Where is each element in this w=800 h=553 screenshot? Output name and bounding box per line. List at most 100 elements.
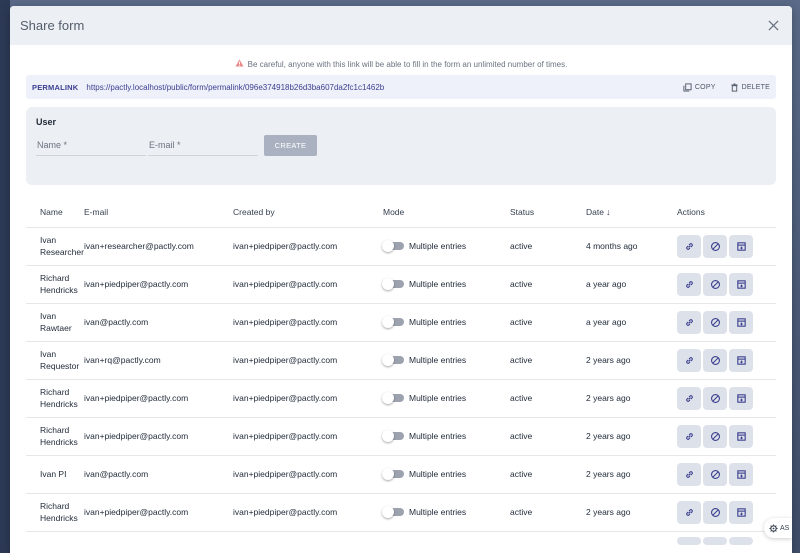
mode-control: Multiple entries	[382, 354, 496, 367]
mode-toggle[interactable]	[382, 278, 404, 290]
archive-button[interactable]	[729, 348, 753, 372]
user-card-title: User	[36, 117, 57, 127]
cell-date: 2 years ago	[572, 493, 665, 532]
archive-icon	[736, 507, 746, 517]
copy-link-button[interactable]	[677, 386, 701, 410]
cell-created-by: ivan+piedpiper@pactly.com	[219, 455, 369, 494]
cell-email: ivan+rq@pactly.com	[84, 341, 219, 380]
cell-created-by: ivan+piedpiper@pactly.com	[219, 227, 369, 266]
copy-link-button[interactable]	[677, 272, 701, 296]
archive-button[interactable]	[729, 310, 753, 334]
cell-status: active	[496, 303, 572, 342]
row-actions	[677, 386, 776, 410]
cell-name: Richard Hendricks	[26, 379, 84, 418]
table-row: Richard Hendricks ivan+piedpiper@pactly.…	[26, 379, 776, 418]
cell-email: ivan+piedpiper@pactly.com	[84, 493, 219, 532]
close-icon	[767, 20, 779, 31]
cell-date: a year ago	[572, 265, 665, 304]
delete-button[interactable]: DELETE	[730, 82, 770, 92]
cell-created-by: ivan+piedpiper@pactly.com	[219, 417, 369, 456]
header-actions: Actions	[665, 197, 776, 228]
archive-button[interactable]	[729, 424, 753, 448]
block-button[interactable]	[703, 500, 727, 524]
cell-email: ivan+piedpiper@pactly.com	[84, 417, 219, 456]
cell-actions	[665, 417, 776, 456]
block-button[interactable]	[703, 234, 727, 258]
email-field[interactable]: E-mail *	[148, 136, 258, 156]
cell-name: Richard Hendricks	[26, 417, 84, 456]
mode-toggle[interactable]	[382, 316, 404, 328]
cell-actions	[665, 303, 776, 342]
header-mode[interactable]: Mode	[369, 197, 496, 228]
cell-mode: Multiple entries	[369, 341, 496, 380]
copy-link-button[interactable]	[677, 348, 701, 372]
archive-button[interactable]	[729, 386, 753, 410]
cell-date: 2 years ago	[572, 341, 665, 380]
block-button[interactable]	[703, 272, 727, 296]
mode-label: Multiple entries	[409, 392, 467, 403]
archive-icon	[736, 355, 746, 365]
permalink-bar: PERMALINK https://pactly.localhost/publi…	[26, 75, 776, 99]
table-header-row: Name E-mail Created by Mode Status Date ↓…	[26, 197, 776, 228]
link-icon	[685, 318, 693, 326]
delete-label: DELETE	[741, 83, 770, 91]
cell-name: Ivan PI	[26, 455, 84, 494]
block-button[interactable]	[703, 462, 727, 486]
create-button[interactable]: CREATE	[264, 135, 317, 156]
mode-label: Multiple entries	[409, 278, 467, 289]
mode-control: Multiple entries	[382, 316, 496, 329]
mode-toggle[interactable]	[382, 430, 404, 442]
mode-control: Multiple entries	[382, 392, 496, 405]
mode-label: Multiple entries	[409, 468, 467, 479]
name-field[interactable]: Name *	[36, 136, 146, 156]
cell-email: ivan@pactly.com	[84, 455, 219, 494]
copy-link-button[interactable]	[677, 234, 701, 258]
copy-link-button[interactable]	[677, 424, 701, 448]
archive-icon	[736, 431, 746, 441]
mode-toggle[interactable]	[382, 506, 404, 518]
cell-status: active	[496, 265, 572, 304]
header-status[interactable]: Status	[496, 197, 572, 228]
table-row: Ivan Researcher ivan+researcher@pactly.c…	[26, 227, 776, 266]
cell-name: Richard Hendricks	[26, 493, 84, 532]
user-create-form: Name * E-mail * CREATE	[36, 135, 766, 156]
mode-toggle[interactable]	[382, 468, 404, 480]
cell-created-by: ivan+piedpiper@pactly.com	[219, 379, 369, 418]
link-icon	[685, 394, 693, 402]
copy-link-button[interactable]	[677, 310, 701, 334]
mode-control: Multiple entries	[382, 506, 496, 519]
header-email[interactable]: E-mail	[84, 197, 219, 228]
archive-button[interactable]	[729, 462, 753, 486]
header-created-by[interactable]: Created by	[219, 197, 369, 228]
mode-control: Multiple entries	[382, 468, 496, 481]
mode-toggle[interactable]	[382, 392, 404, 404]
block-icon	[710, 317, 720, 327]
cell-mode: Multiple entries	[369, 455, 496, 494]
permalink-url[interactable]: https://pactly.localhost/public/form/per…	[86, 83, 669, 92]
copy-link-button[interactable]	[677, 462, 701, 486]
copy-button[interactable]: COPY	[683, 82, 716, 92]
mode-toggle[interactable]	[382, 354, 404, 366]
block-button[interactable]	[703, 424, 727, 448]
header-name[interactable]: Name	[26, 197, 84, 228]
archive-icon	[736, 469, 746, 479]
settings-tab[interactable]: AS	[764, 518, 792, 538]
mode-label: Multiple entries	[409, 354, 467, 365]
link-icon	[685, 356, 693, 364]
block-icon	[710, 431, 720, 441]
block-icon	[710, 393, 720, 403]
header-date[interactable]: Date ↓	[572, 197, 665, 228]
block-button[interactable]	[703, 386, 727, 410]
mode-toggle[interactable]	[382, 240, 404, 252]
block-button[interactable]	[703, 348, 727, 372]
cell-actions	[665, 493, 776, 532]
copy-link-button[interactable]	[677, 500, 701, 524]
cell-name: Ivan Requestor	[26, 341, 84, 380]
row-actions	[677, 424, 776, 448]
block-button[interactable]	[703, 310, 727, 334]
close-button[interactable]	[764, 17, 782, 35]
archive-button[interactable]	[729, 500, 753, 524]
archive-button[interactable]	[729, 234, 753, 258]
archive-icon	[736, 393, 746, 403]
archive-button[interactable]	[729, 272, 753, 296]
